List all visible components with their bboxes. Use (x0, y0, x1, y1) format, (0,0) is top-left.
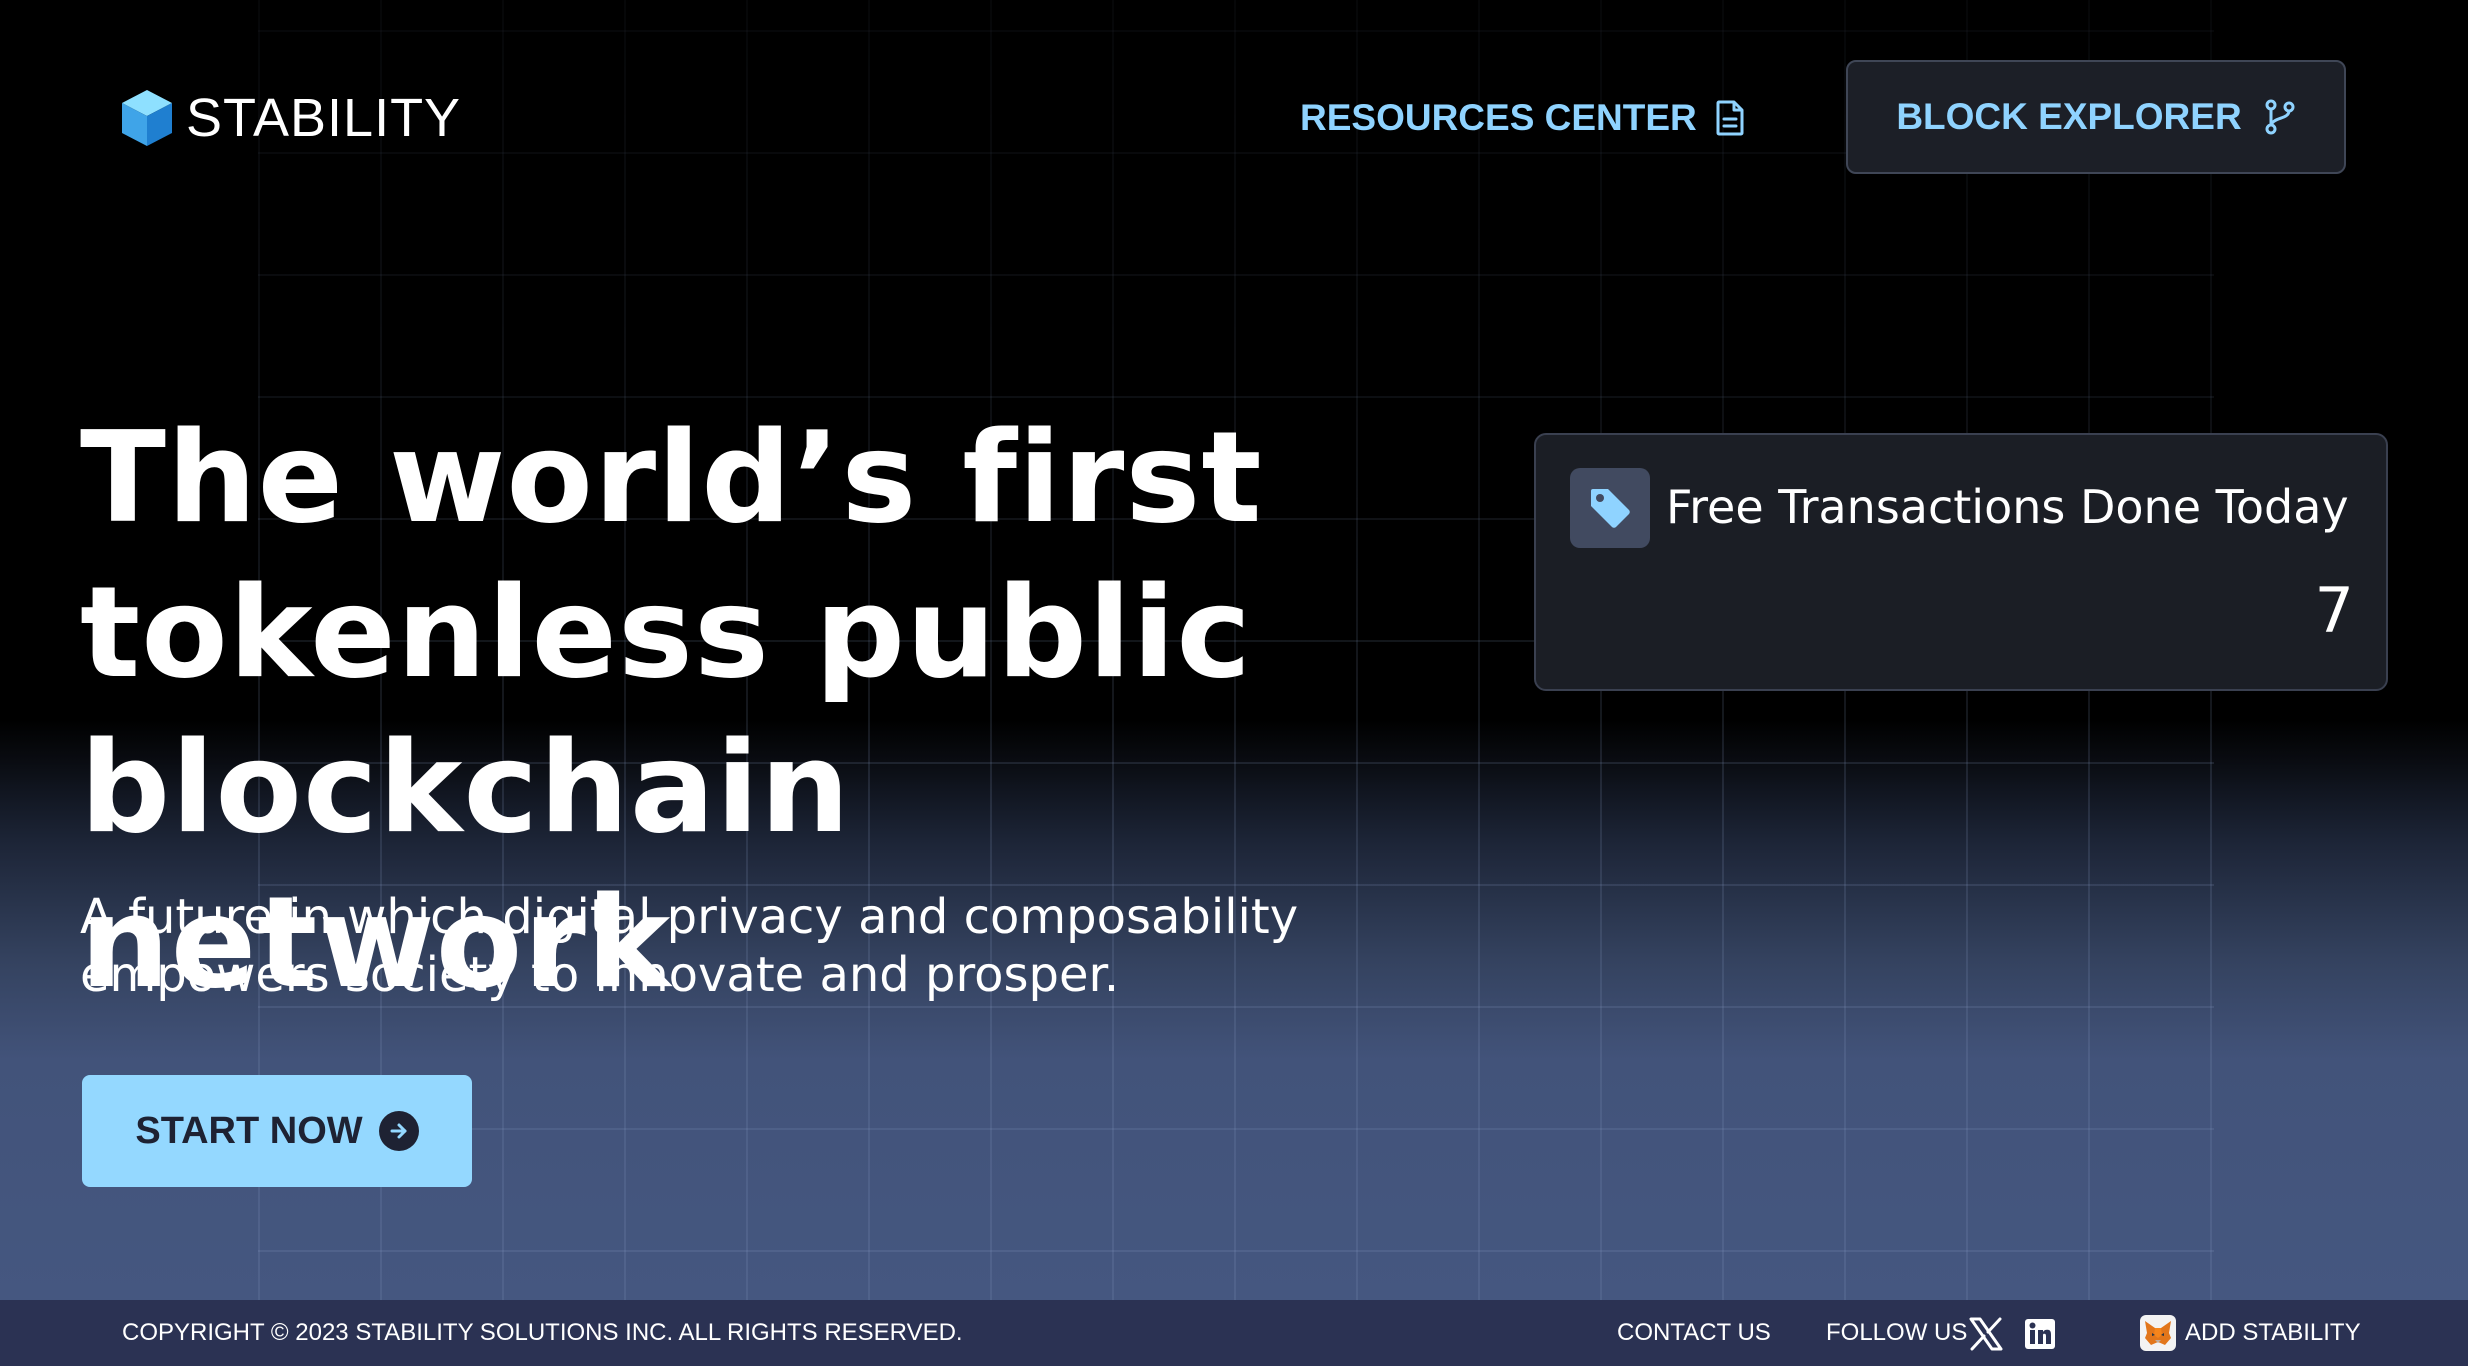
brand-logo[interactable]: STABILITY (120, 84, 461, 152)
hero-title-line: tokenless public (80, 559, 1253, 706)
copyright-text: COPYRIGHT © 2023 STABILITY SOLUTIONS INC… (122, 1319, 963, 1346)
document-icon (1716, 100, 1744, 136)
stat-label: Free Transactions Done Today (1666, 480, 2349, 534)
add-stability-label: ADD STABILITY (2185, 1319, 2361, 1346)
x-icon[interactable] (1969, 1317, 2003, 1351)
tag-icon (1570, 468, 1650, 548)
start-now-label: START NOW (135, 1109, 363, 1152)
block-explorer-button[interactable]: BLOCK EXPLORER (1846, 60, 2346, 174)
resources-center-link[interactable]: RESOURCES CENTER (1300, 92, 1745, 144)
git-branch-icon (2265, 99, 2295, 135)
follow-us-label: FOLLOW US (1826, 1319, 1968, 1346)
arrow-right-circle-icon (378, 1111, 419, 1151)
add-stability-button[interactable]: ADD STABILITY (2140, 1313, 2361, 1353)
linkedin-icon[interactable] (2024, 1318, 2056, 1350)
brand-name: STABILITY (186, 88, 462, 148)
free-transactions-card: Free Transactions Done Today 7 (1534, 433, 2388, 691)
hero-subtitle: A future in which digital privacy and co… (80, 888, 1380, 1004)
hero-title-line: The world’s first (80, 404, 1263, 551)
block-explorer-label: BLOCK EXPLORER (1896, 96, 2242, 137)
resources-center-label: RESOURCES CENTER (1300, 97, 1697, 138)
hero-subtitle-line: A future in which digital privacy and co… (80, 889, 1299, 945)
contact-us-link[interactable]: CONTACT US (1617, 1300, 1771, 1366)
metamask-fox-icon (2140, 1315, 2176, 1351)
stat-value: 7 (2314, 574, 2354, 647)
site-header: STABILITY RESOURCES CENTER BLOCK EXPLORE… (0, 0, 2468, 240)
cube-icon (122, 90, 172, 146)
site-footer: COPYRIGHT © 2023 STABILITY SOLUTIONS INC… (0, 1300, 2468, 1366)
start-now-button[interactable]: START NOW (82, 1075, 472, 1187)
hero-subtitle-line: empowers society to innovate and prosper… (80, 947, 1120, 1003)
